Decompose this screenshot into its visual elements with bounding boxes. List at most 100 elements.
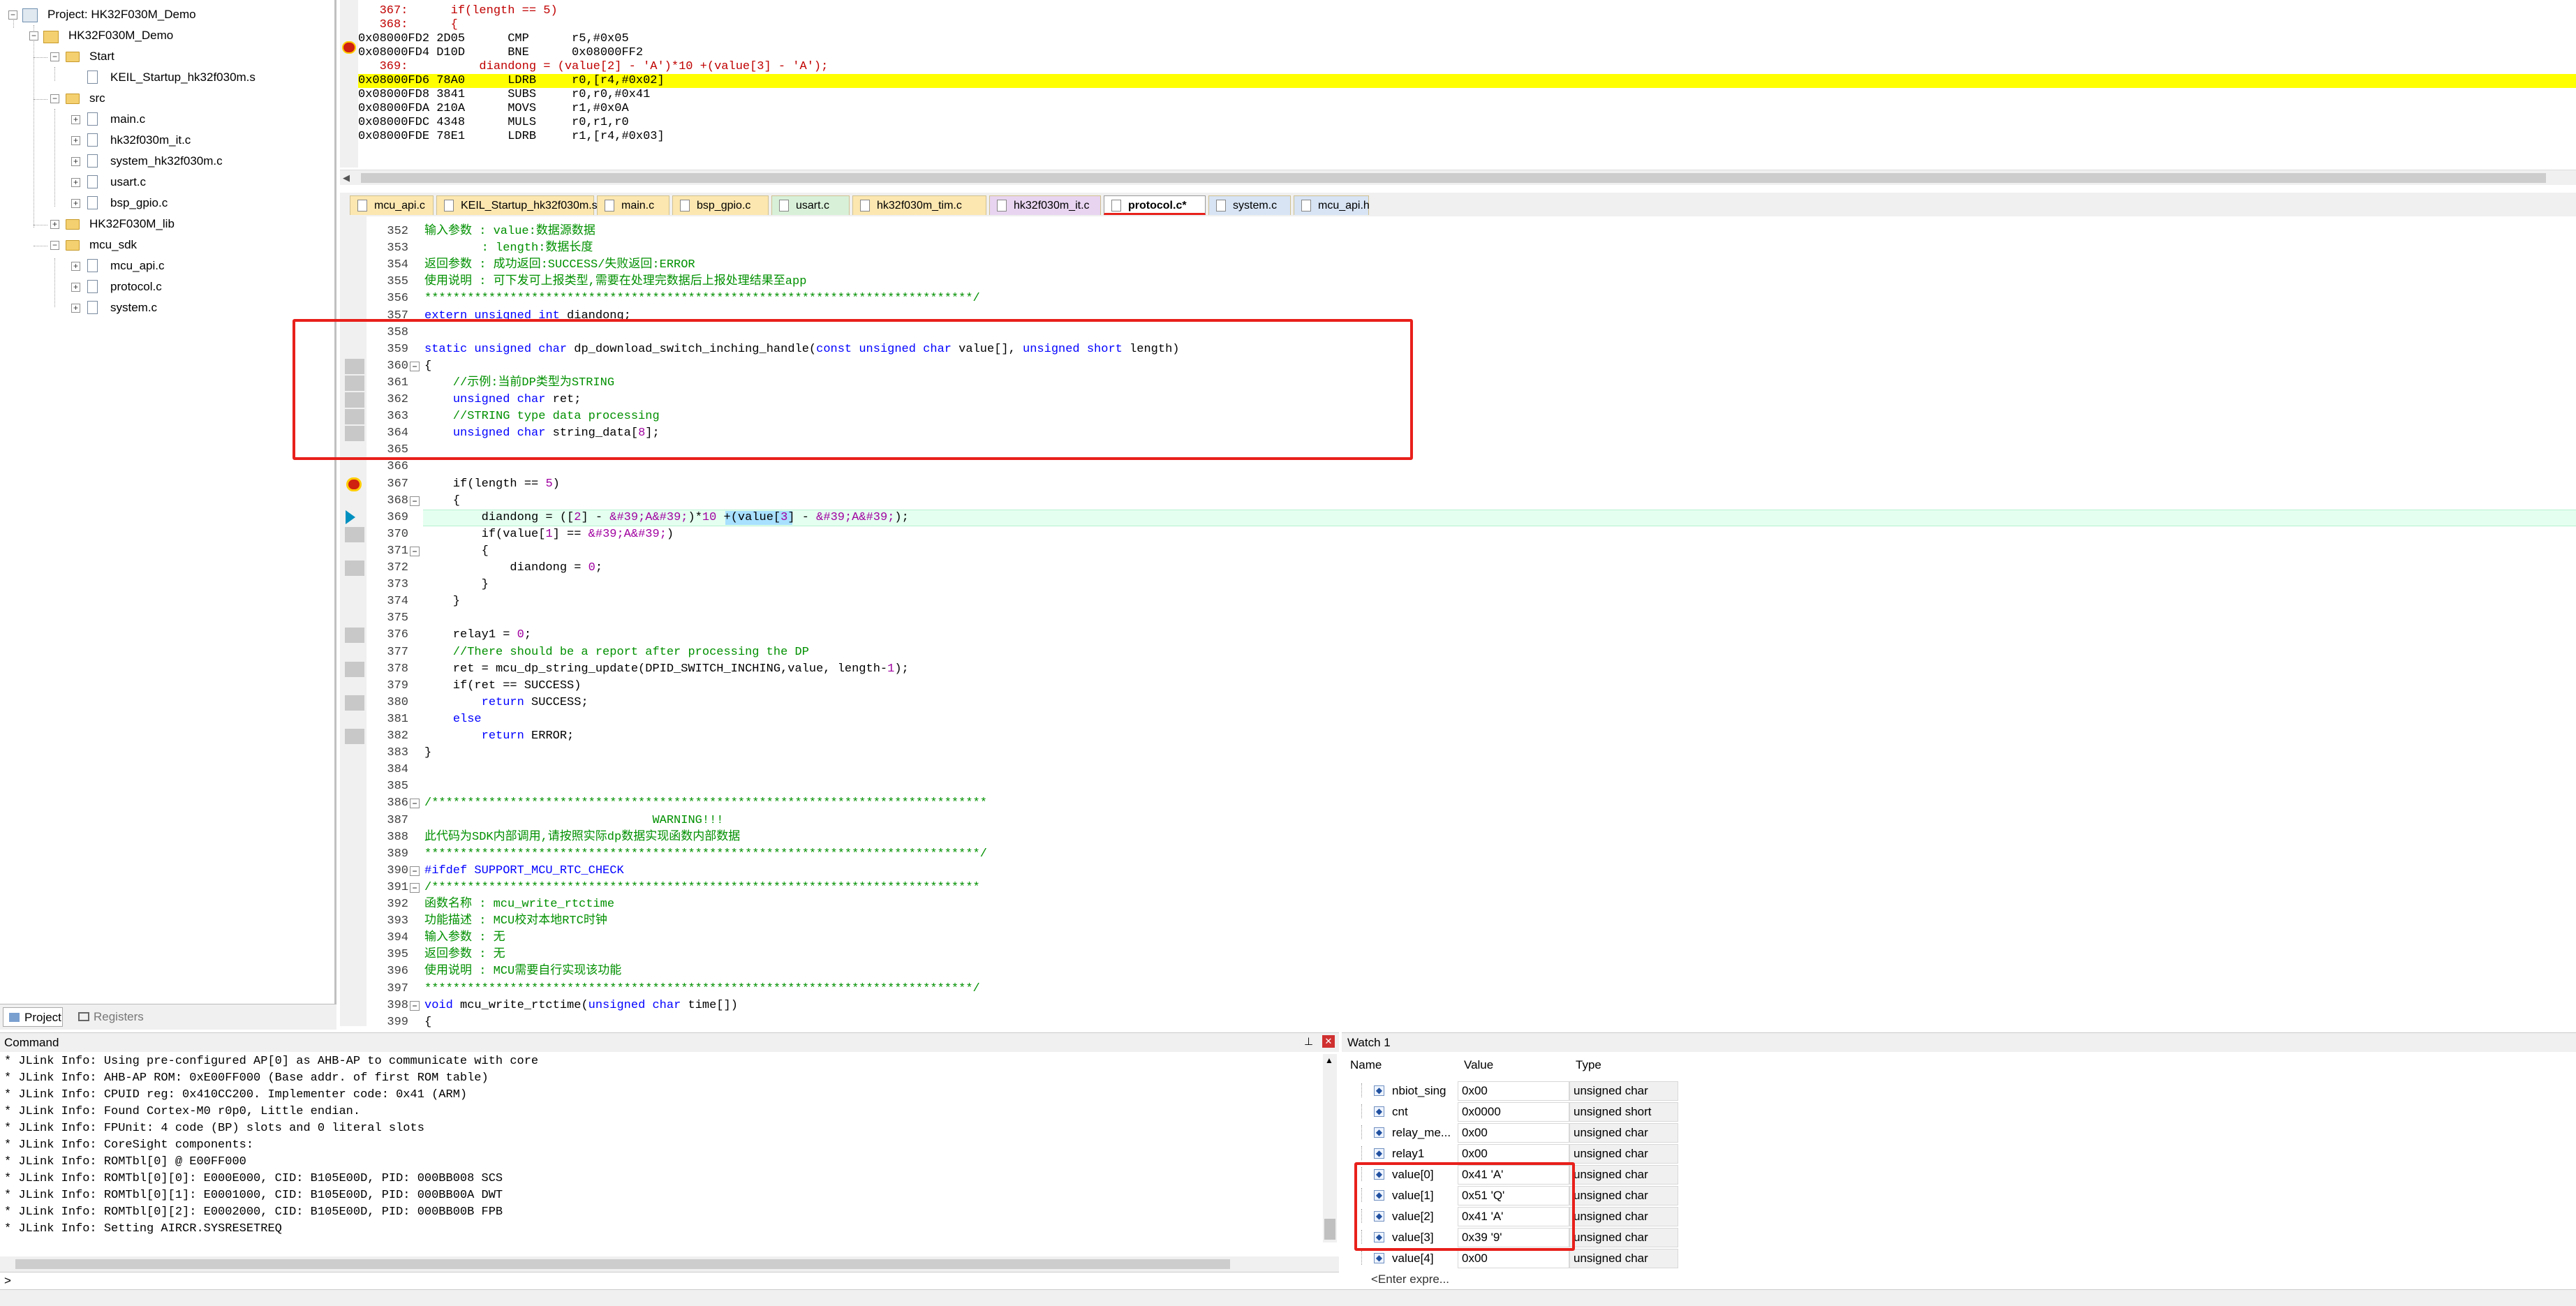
code-line[interactable]: 返回参数 : 成功返回:SUCCESS/失败返回:ERROR: [424, 257, 695, 274]
code-line[interactable]: #ifdef SUPPORT_MCU_RTC_CHECK: [424, 863, 624, 880]
code-line[interactable]: if(ret == SUCCESS): [424, 678, 582, 695]
disassembly-line[interactable]: 0x08000FD4 D10D BNE 0x08000FF2: [358, 46, 643, 60]
group-src[interactable]: src: [89, 88, 105, 109]
file-item[interactable]: KEIL_Startup_hk32f030m.s: [110, 67, 256, 88]
tab-project[interactable]: Project: [3, 1007, 63, 1027]
fold-toggle-icon[interactable]: −: [410, 496, 420, 506]
file-item[interactable]: main.c: [110, 109, 145, 130]
tab-mcu-api-h[interactable]: mcu_api.h: [1294, 195, 1370, 215]
watch-enter-expression[interactable]: <Enter expre...: [1371, 1269, 1455, 1290]
code-line[interactable]: }: [424, 577, 489, 593]
code-line[interactable]: 使用说明 : MCU需要自行实现该功能: [424, 963, 621, 980]
code-line[interactable]: diandong = ([2] - &#39;A&#39;)*10 +(valu…: [424, 510, 909, 526]
watch-value[interactable]: 0x0000: [1462, 1101, 1567, 1122]
pin-icon[interactable]: ⊥: [1304, 1035, 1313, 1048]
command-hscrollbar[interactable]: [0, 1256, 1339, 1272]
code-line[interactable]: if(value[1] == &#39;A&#39;): [424, 526, 674, 543]
scroll-thumb[interactable]: [15, 1259, 1230, 1269]
code-line[interactable]: : length:数据长度: [424, 240, 593, 257]
command-vscrollbar[interactable]: ▲: [1323, 1054, 1337, 1242]
code-line[interactable]: 函数名称 : mcu_write_rtctime: [424, 896, 614, 913]
code-line[interactable]: {: [424, 493, 460, 510]
breakpoint-slot[interactable]: [345, 729, 364, 744]
tab-bsp-gpio-c[interactable]: bsp_gpio.c: [672, 195, 769, 215]
code-line[interactable]: //There should be a report after process…: [424, 644, 809, 661]
fold-toggle-icon[interactable]: −: [410, 866, 420, 876]
disassembly-line[interactable]: 0x08000FD8 3841 SUBS r0,r0,#0x41: [358, 88, 650, 102]
tab-mcu-api-c[interactable]: mcu_api.c: [350, 195, 434, 215]
disassembly-line[interactable]: 368: {: [358, 18, 458, 32]
fold-toggle-icon[interactable]: −: [410, 546, 420, 556]
collapse-toggle[interactable]: −: [50, 241, 59, 250]
code-line[interactable]: ****************************************…: [424, 981, 980, 997]
tab-system-c[interactable]: system.c: [1208, 195, 1291, 215]
tab-usart-c[interactable]: usart.c: [771, 195, 850, 215]
expand-toggle[interactable]: +: [71, 157, 80, 166]
tab-registers[interactable]: Registers: [73, 1007, 144, 1027]
tab-main-c[interactable]: main.c: [597, 195, 669, 215]
file-item[interactable]: bsp_gpio.c: [110, 193, 168, 214]
tab-hk32f030m-tim-c[interactable]: hk32f030m_tim.c: [852, 195, 986, 215]
code-line[interactable]: if(length == 5): [424, 476, 560, 493]
code-line[interactable]: WARNING!!!: [424, 812, 723, 829]
scroll-up-icon[interactable]: ▲: [1325, 1055, 1333, 1065]
file-item[interactable]: mcu_api.c: [110, 255, 164, 276]
tab-keil-startup-hk32f030m-s[interactable]: KEIL_Startup_hk32f030m.s: [436, 195, 598, 215]
group-start[interactable]: Start: [89, 46, 114, 67]
breakpoint-slot[interactable]: [345, 695, 364, 711]
collapse-toggle[interactable]: −: [29, 31, 38, 40]
file-item[interactable]: system.c: [110, 297, 157, 318]
code-line[interactable]: ****************************************…: [424, 846, 987, 863]
expand-toggle[interactable]: +: [50, 220, 59, 229]
disassembly-hscrollbar[interactable]: ◀: [340, 170, 2576, 185]
code-line[interactable]: 输入参数 : value:数据源数据: [424, 223, 595, 240]
expand-toggle[interactable]: +: [71, 136, 80, 145]
disassembly-line[interactable]: 0x08000FDC 4348 MULS r0,r1,r0: [358, 116, 629, 130]
disassembly-line[interactable]: 0x08000FDA 210A MOVS r1,#0x0A: [358, 102, 629, 116]
collapse-toggle[interactable]: −: [50, 94, 59, 103]
close-icon[interactable]: ✕: [1322, 1035, 1335, 1048]
group-lib[interactable]: HK32F030M_lib: [89, 214, 175, 235]
code-line[interactable]: else: [424, 711, 482, 728]
code-line[interactable]: return SUCCESS;: [424, 695, 589, 711]
fold-toggle-icon[interactable]: −: [410, 799, 420, 809]
watch-col-type[interactable]: Type: [1576, 1055, 1601, 1076]
breakpoint-icon[interactable]: [342, 41, 356, 54]
breakpoint-icon[interactable]: [346, 477, 362, 491]
disassembly-line[interactable]: 369: diandong = (value[2] - 'A')*10 +(va…: [358, 60, 829, 74]
expand-toggle[interactable]: +: [71, 283, 80, 292]
code-line[interactable]: /***************************************…: [424, 880, 980, 896]
disassembly-line[interactable]: 0x08000FD2 2D05 CMP r5,#0x05: [358, 32, 629, 46]
breakpoint-slot[interactable]: [345, 628, 364, 644]
project-target[interactable]: HK32F030M_Demo: [68, 25, 173, 46]
code-line[interactable]: }: [424, 593, 460, 610]
expand-toggle[interactable]: +: [71, 115, 80, 124]
disassembly-line[interactable]: 0x08000FDE 78E1 LDRB r1,[r4,#0x03]: [358, 130, 665, 144]
code-line[interactable]: {: [424, 543, 489, 560]
scroll-left-icon[interactable]: ◀: [343, 172, 350, 184]
file-item[interactable]: usart.c: [110, 172, 146, 193]
expand-toggle[interactable]: +: [71, 304, 80, 313]
code-line[interactable]: 此代码为SDK内部调用,请按照实际dp数据实现函数内部数据: [424, 829, 740, 846]
tab-hk32f030m-it-c[interactable]: hk32f030m_it.c: [989, 195, 1101, 215]
scroll-thumb[interactable]: [1324, 1219, 1335, 1240]
watch-col-name[interactable]: Name: [1350, 1055, 1382, 1076]
file-item[interactable]: system_hk32f030m.c: [110, 151, 223, 172]
expand-toggle[interactable]: +: [71, 262, 80, 271]
watch-col-value[interactable]: Value: [1464, 1055, 1493, 1076]
fold-toggle-icon[interactable]: −: [410, 1000, 420, 1011]
code-line[interactable]: 返回参数 : 无: [424, 947, 505, 963]
file-item[interactable]: protocol.c: [110, 276, 162, 297]
code-line[interactable]: diandong = 0;: [424, 560, 602, 577]
file-item[interactable]: hk32f030m_it.c: [110, 130, 191, 151]
code-line[interactable]: ****************************************…: [424, 290, 980, 307]
command-input[interactable]: >: [0, 1272, 1339, 1289]
code-line[interactable]: }: [424, 745, 431, 762]
project-root[interactable]: Project: HK32F030M_Demo: [47, 4, 196, 25]
breakpoint-slot[interactable]: [345, 561, 364, 576]
group-mcu-sdk[interactable]: mcu_sdk: [89, 235, 137, 255]
fold-toggle-icon[interactable]: −: [410, 882, 420, 893]
breakpoint-slot[interactable]: [345, 661, 364, 677]
code-line[interactable]: ret = mcu_dp_string_update(DPID_SWITCH_I…: [424, 661, 909, 678]
code-line[interactable]: 功能描述 : MCU校对本地RTC时钟: [424, 913, 607, 930]
